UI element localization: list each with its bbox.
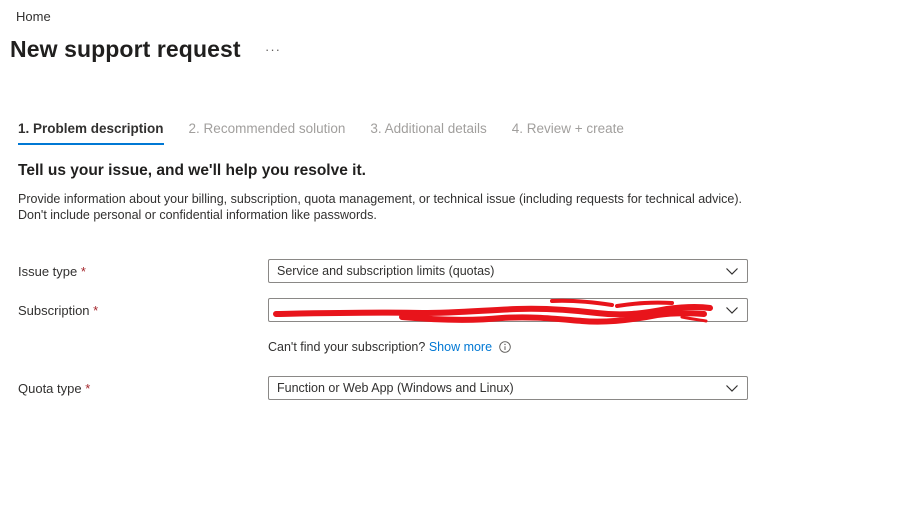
info-icon[interactable] xyxy=(498,341,511,353)
subscription-label-text: Subscription xyxy=(18,303,90,318)
more-options-button[interactable]: ··· xyxy=(265,42,281,57)
required-marker: * xyxy=(80,264,86,279)
issue-type-dropdown[interactable]: Service and subscription limits (quotas) xyxy=(268,259,748,283)
section-heading: Tell us your issue, and we'll help you r… xyxy=(18,162,366,179)
issue-type-label: Issue type * xyxy=(18,264,86,279)
issue-type-label-text: Issue type xyxy=(18,264,78,279)
section-description: Provide information about your billing, … xyxy=(18,192,742,222)
issue-type-value: Service and subscription limits (quotas) xyxy=(277,264,495,278)
page-title: New support request xyxy=(10,36,241,62)
quota-type-label-text: Quota type xyxy=(18,381,82,396)
tab-problem-description[interactable]: 1. Problem description xyxy=(18,121,164,145)
helper-text: Can't find your subscription? xyxy=(268,340,426,354)
wizard-tabs: 1. Problem description 2. Recommended so… xyxy=(18,121,649,145)
chevron-down-icon xyxy=(726,385,738,392)
quota-type-dropdown[interactable]: Function or Web App (Windows and Linux) xyxy=(268,376,748,400)
breadcrumb[interactable]: Home xyxy=(16,9,51,24)
breadcrumb-home[interactable]: Home xyxy=(16,9,51,24)
show-more-link[interactable]: Show more xyxy=(429,340,492,354)
tab-recommended-solution[interactable]: 2. Recommended solution xyxy=(189,121,346,143)
chevron-down-icon xyxy=(726,268,738,275)
chevron-down-icon xyxy=(726,307,738,314)
quota-type-label: Quota type * xyxy=(18,381,90,396)
subscription-label: Subscription * xyxy=(18,303,98,318)
required-marker: * xyxy=(85,381,91,396)
tab-review-create[interactable]: 4. Review + create xyxy=(512,121,624,143)
subscription-helper: Can't find your subscription? Show more xyxy=(268,340,511,354)
required-marker: * xyxy=(93,303,99,318)
quota-type-value: Function or Web App (Windows and Linux) xyxy=(277,381,514,395)
tab-additional-details[interactable]: 3. Additional details xyxy=(370,121,486,143)
subscription-dropdown[interactable] xyxy=(268,298,748,322)
